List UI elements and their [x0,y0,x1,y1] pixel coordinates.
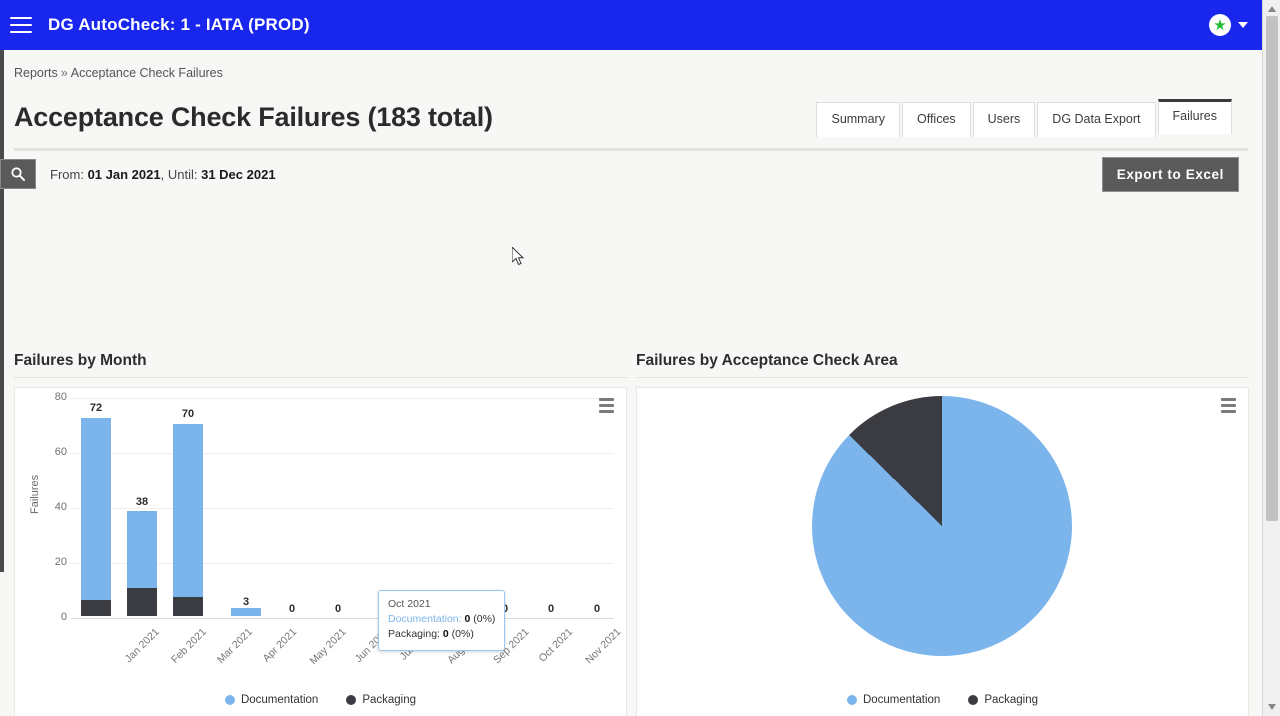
breadcrumb: Reports» Acceptance Check Failures [0,50,1262,92]
gridline-60 [71,453,614,454]
x-tick-jan: Jan 2021 [122,626,162,666]
tab-summary[interactable]: Summary [816,102,900,137]
tooltip-pct-packaging: (0%) [448,628,474,641]
panel-failures-by-month: Failures by Month Failures 80 60 40 20 0… [14,352,627,716]
bar-chart-plot: Failures 80 60 40 20 0 72 38 70 3 0 0 0 … [15,388,626,716]
search-icon[interactable] [0,159,36,189]
legend-item-packaging[interactable]: Packaging [968,694,1038,706]
chart-context-menu-icon[interactable] [1221,398,1236,416]
x-tick-nov: Nov 2021 [583,626,624,667]
legend-item-documentation[interactable]: Documentation [846,694,941,706]
panel-title-failures-by-area: Failures by Acceptance Check Area [636,352,898,369]
chevron-down-icon[interactable] [1238,22,1248,28]
from-value: 01 Jan 2021 [87,166,161,182]
legend-swatch-packaging [346,695,357,705]
legend-label-documentation: Documentation [862,694,941,706]
legend-label-packaging: Packaging [362,694,417,706]
bar-total-label-jan: 72 [89,402,103,414]
tooltip-series-packaging: Packaging [388,628,438,641]
title-row: Acceptance Check Failures (183 total) Su… [0,92,1262,148]
date-range-summary: From: 01 Jan 2021, Until: 31 Dec 2021 [50,167,276,182]
filter-bar: From: 01 Jan 2021, Until: 31 Dec 2021 Ex… [0,151,1262,197]
gridline-80 [71,398,614,399]
chart-failures-by-area: Documentation Packaging [636,387,1249,716]
scroll-up-arrow-icon[interactable] [1268,6,1276,12]
bar-segment-documentation-apr[interactable] [231,608,261,616]
bar-segment-packaging-jan[interactable] [81,600,111,616]
app-header-right-group: ★ [1209,14,1248,36]
y-tick-0: 0 [60,611,67,623]
y-tick-40: 40 [54,501,67,513]
legend-swatch-packaging [968,695,979,705]
breadcrumb-current[interactable]: Acceptance Check Failures [71,66,223,80]
x-tick-apr: Apr 2021 [260,626,300,665]
until-label: Until: [167,166,198,182]
export-to-excel-button[interactable]: Export to Excel [1101,157,1239,192]
chart-tooltip: Oct 2021 Documentation: 0 (0%) Packaging… [378,590,506,651]
bar-total-label-jun: 0 [334,603,342,615]
chart-context-menu-icon[interactable] [599,398,614,416]
tooltip-row-packaging: Packaging: 0 (0%) [388,627,495,642]
panel-failures-by-area: Failures by Acceptance Check Area Docume… [636,352,1249,716]
tab-dg-data-export[interactable]: DG Data Export [1037,102,1156,137]
tooltip-pct-documentation: (0%) [470,613,496,626]
bar-total-label-mar: 70 [181,408,195,420]
until-value: 31 Dec 2021 [201,166,276,182]
tab-offices[interactable]: Offices [901,102,971,137]
y-tick-80: 80 [54,391,67,403]
breadcrumb-separator: » [60,66,68,80]
bar-chart-legend: Documentation Packaging [15,694,626,706]
from-label: From: [50,166,84,182]
bar-segment-documentation-mar[interactable] [173,424,203,597]
pie-chart-legend: Documentation Packaging [637,694,1248,706]
tab-users[interactable]: Users [972,102,1036,137]
scroll-down-arrow-icon[interactable] [1268,704,1276,710]
page-content: Reports» Acceptance Check Failures Accept… [0,50,1262,716]
pie-failures-by-area[interactable] [812,396,1072,656]
breadcrumb-link-reports[interactable]: Reports [14,66,58,80]
y-tick-20: 20 [54,556,67,568]
x-tick-feb: Feb 2021 [168,626,209,666]
panel-title-failures-by-month: Failures by Month [14,352,147,369]
vertical-scrollbar[interactable] [1262,0,1280,716]
tooltip-title: Oct 2021 [388,598,431,610]
panel-divider [14,377,627,378]
legend-label-packaging: Packaging [984,694,1039,706]
bar-segment-documentation-jan[interactable] [81,418,111,600]
bar-total-label-feb: 38 [135,496,149,508]
x-tick-mar: Mar 2021 [214,626,255,666]
app-title: DG AutoCheck: 1 - IATA (PROD) [48,15,310,34]
tooltip-row-documentation: Documentation: 0 (0%) [388,612,495,627]
chart-failures-by-month: Failures 80 60 40 20 0 72 38 70 3 0 0 0 … [14,387,627,716]
star-icon[interactable]: ★ [1209,14,1231,36]
x-tick-oct: Oct 2021 [536,626,576,665]
legend-item-packaging[interactable]: Packaging [346,694,416,706]
panel-divider [636,377,1249,378]
app-header-bar: DG AutoCheck: 1 - IATA (PROD) ★ [0,0,1262,50]
bar-total-label-dec: 0 [593,603,601,615]
legend-label-documentation: Documentation [240,694,319,706]
hamburger-menu-icon[interactable] [10,17,32,33]
vertical-scroll-thumb[interactable] [1266,16,1278,521]
bar-total-label-nov: 0 [547,603,555,615]
y-tick-60: 60 [54,446,67,458]
x-axis-line [71,618,614,619]
report-tabs: Summary Offices Users DG Data Export Fai… [816,99,1232,137]
tab-failures[interactable]: Failures [1157,99,1232,134]
bar-segment-packaging-feb[interactable] [127,588,157,616]
gridline-40 [71,508,614,509]
legend-item-documentation[interactable]: Documentation [224,694,319,706]
legend-swatch-documentation [224,695,235,705]
bar-total-label-apr: 3 [242,596,250,608]
bar-segment-packaging-mar[interactable] [173,597,203,616]
tooltip-series-documentation: Documentation [388,613,459,626]
legend-swatch-documentation [846,695,857,705]
bar-segment-documentation-feb[interactable] [127,511,157,588]
filter-comma: , [160,166,165,182]
bar-total-label-may: 0 [288,603,296,615]
x-tick-may: May 2021 [307,626,349,668]
y-axis-title: Failures [29,474,41,514]
